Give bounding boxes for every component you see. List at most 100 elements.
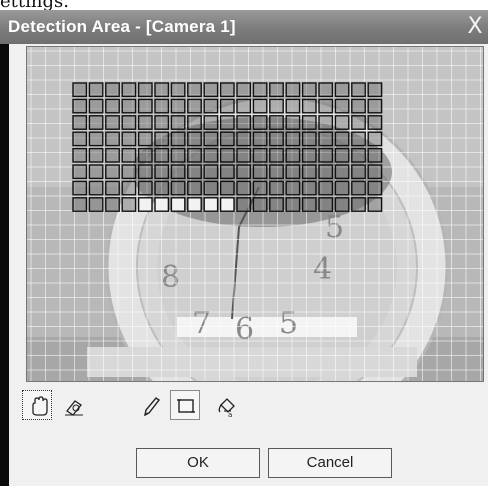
detection-cell[interactable]	[105, 131, 120, 147]
detection-cell[interactable]	[137, 115, 153, 130]
camera-preview[interactable]: 8 7 6 5 4 5	[26, 46, 484, 382]
detection-cell[interactable]	[170, 82, 186, 98]
detection-cell[interactable]	[137, 180, 153, 196]
detection-cell[interactable]	[187, 98, 202, 114]
detection-cell[interactable]	[236, 98, 252, 114]
detection-cell[interactable]	[252, 115, 268, 130]
detection-cell[interactable]	[105, 115, 120, 130]
detection-cell[interactable]	[219, 115, 235, 130]
detection-cell[interactable]	[88, 115, 104, 130]
detection-cell[interactable]	[121, 98, 137, 114]
detection-cell[interactable]	[252, 197, 268, 212]
detection-cell[interactable]	[219, 197, 235, 212]
detection-cell[interactable]	[301, 164, 317, 180]
detection-cell[interactable]	[219, 131, 235, 147]
detection-cell[interactable]	[154, 115, 170, 130]
detection-cell[interactable]	[72, 131, 88, 147]
detection-cell[interactable]	[236, 180, 252, 196]
detection-cell[interactable]	[105, 164, 120, 180]
detection-cell[interactable]	[351, 115, 366, 130]
detection-cell[interactable]	[285, 180, 301, 196]
detection-cell[interactable]	[285, 98, 301, 114]
detection-cell[interactable]	[301, 82, 317, 98]
detection-cell[interactable]	[301, 115, 317, 130]
detection-cell[interactable]	[301, 131, 317, 147]
detection-cell[interactable]	[269, 164, 284, 180]
detection-cell[interactable]	[334, 147, 350, 163]
detection-cell[interactable]	[72, 180, 88, 196]
detection-cell[interactable]	[219, 164, 235, 180]
detection-cell[interactable]	[154, 82, 170, 98]
detection-cell[interactable]	[285, 82, 301, 98]
detection-cell[interactable]	[334, 180, 350, 196]
detection-cell[interactable]	[367, 115, 383, 130]
detection-cell[interactable]	[88, 98, 104, 114]
detection-cell[interactable]	[121, 164, 137, 180]
cancel-button[interactable]: Cancel	[268, 448, 392, 478]
detection-cell[interactable]	[269, 147, 284, 163]
detection-cell[interactable]	[236, 147, 252, 163]
detection-cell[interactable]	[170, 164, 186, 180]
detection-cell[interactable]	[137, 197, 153, 212]
rectangle-tool-button[interactable]	[170, 390, 200, 420]
detection-cell[interactable]	[334, 82, 350, 98]
detection-cell[interactable]	[351, 147, 366, 163]
detection-cell[interactable]	[351, 131, 366, 147]
detection-cell[interactable]	[334, 197, 350, 212]
detection-cell[interactable]	[269, 131, 284, 147]
detection-cell[interactable]	[219, 147, 235, 163]
detection-cell[interactable]	[121, 180, 137, 196]
detection-cell[interactable]	[334, 115, 350, 130]
pencil-tool-button[interactable]	[134, 390, 164, 420]
detection-cell[interactable]	[269, 180, 284, 196]
detection-cell[interactable]	[367, 82, 383, 98]
detection-cell[interactable]	[318, 131, 334, 147]
detection-cell[interactable]	[285, 115, 301, 130]
detection-cell[interactable]	[72, 164, 88, 180]
detection-cell[interactable]	[318, 98, 334, 114]
detection-cell[interactable]	[367, 147, 383, 163]
detection-cell[interactable]	[88, 82, 104, 98]
detection-cell[interactable]	[72, 98, 88, 114]
detection-cell[interactable]	[301, 197, 317, 212]
detection-cell[interactable]	[285, 197, 301, 212]
detection-cell[interactable]	[154, 197, 170, 212]
detection-cell[interactable]	[170, 115, 186, 130]
detection-cell[interactable]	[252, 131, 268, 147]
detection-cell[interactable]	[187, 180, 202, 196]
detection-cell[interactable]	[367, 131, 383, 147]
detection-cell[interactable]	[269, 197, 284, 212]
detection-cell[interactable]	[318, 180, 334, 196]
detection-cell[interactable]	[318, 115, 334, 130]
ok-button[interactable]: OK	[136, 448, 260, 478]
detection-cell[interactable]	[236, 131, 252, 147]
detection-cell[interactable]	[301, 180, 317, 196]
detection-cell[interactable]	[137, 98, 153, 114]
detection-cell[interactable]	[269, 98, 284, 114]
detection-cell[interactable]	[269, 82, 284, 98]
detection-cell[interactable]	[351, 82, 366, 98]
detection-cell[interactable]	[154, 131, 170, 147]
detection-cell[interactable]	[318, 147, 334, 163]
detection-cell[interactable]	[105, 82, 120, 98]
close-icon[interactable]: X	[462, 14, 488, 40]
detection-cell[interactable]	[72, 147, 88, 163]
detection-cell[interactable]	[88, 164, 104, 180]
detection-cell[interactable]	[105, 98, 120, 114]
detection-cell[interactable]	[367, 180, 383, 196]
detection-cell[interactable]	[318, 197, 334, 212]
detection-cell[interactable]	[137, 164, 153, 180]
detection-cell[interactable]	[318, 82, 334, 98]
detection-cell[interactable]	[88, 131, 104, 147]
title-bar[interactable]: Detection Area - [Camera 1] X	[0, 10, 488, 44]
detection-cell[interactable]	[88, 147, 104, 163]
detection-cell[interactable]	[170, 147, 186, 163]
detection-cell[interactable]	[351, 164, 366, 180]
detection-cell[interactable]	[219, 82, 235, 98]
detection-cell[interactable]	[187, 164, 202, 180]
detection-cell[interactable]	[219, 98, 235, 114]
detection-cell[interactable]	[72, 115, 88, 130]
detection-cell[interactable]	[170, 197, 186, 212]
detection-cell[interactable]	[252, 82, 268, 98]
detection-cell[interactable]	[285, 164, 301, 180]
